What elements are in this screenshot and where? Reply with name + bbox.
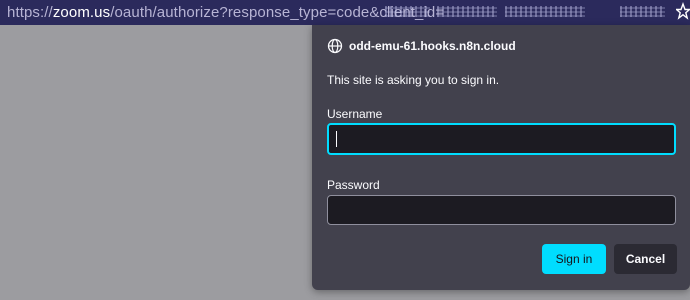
- password-label: Password: [327, 178, 380, 192]
- auth-dialog: odd-emu-61.hooks.n8n.cloud This site is …: [312, 25, 690, 290]
- site-header: odd-emu-61.hooks.n8n.cloud: [327, 38, 516, 54]
- cancel-button[interactable]: Cancel: [614, 244, 677, 274]
- username-label: Username: [327, 107, 383, 121]
- star-icon[interactable]: [674, 1, 690, 21]
- sign-in-button[interactable]: Sign in: [542, 244, 606, 274]
- redacted-url-segment: [620, 6, 665, 17]
- url-bar[interactable]: https://zoom.us/oauth/authorize?response…: [0, 0, 690, 25]
- username-input[interactable]: [327, 123, 676, 155]
- password-input[interactable]: [327, 195, 676, 225]
- url-text[interactable]: https://zoom.us/oauth/authorize?response…: [7, 4, 444, 21]
- url-domain: zoom.us: [52, 4, 111, 21]
- url-prefix: https://: [7, 4, 53, 21]
- redacted-url-segment: [385, 6, 430, 17]
- redacted-url-segment: [505, 6, 585, 17]
- text-caret: [336, 131, 337, 147]
- redacted-url-segment: [437, 6, 497, 17]
- site-name: odd-emu-61.hooks.n8n.cloud: [349, 39, 516, 53]
- auth-message: This site is asking you to sign in.: [327, 73, 500, 87]
- globe-icon: [327, 38, 343, 54]
